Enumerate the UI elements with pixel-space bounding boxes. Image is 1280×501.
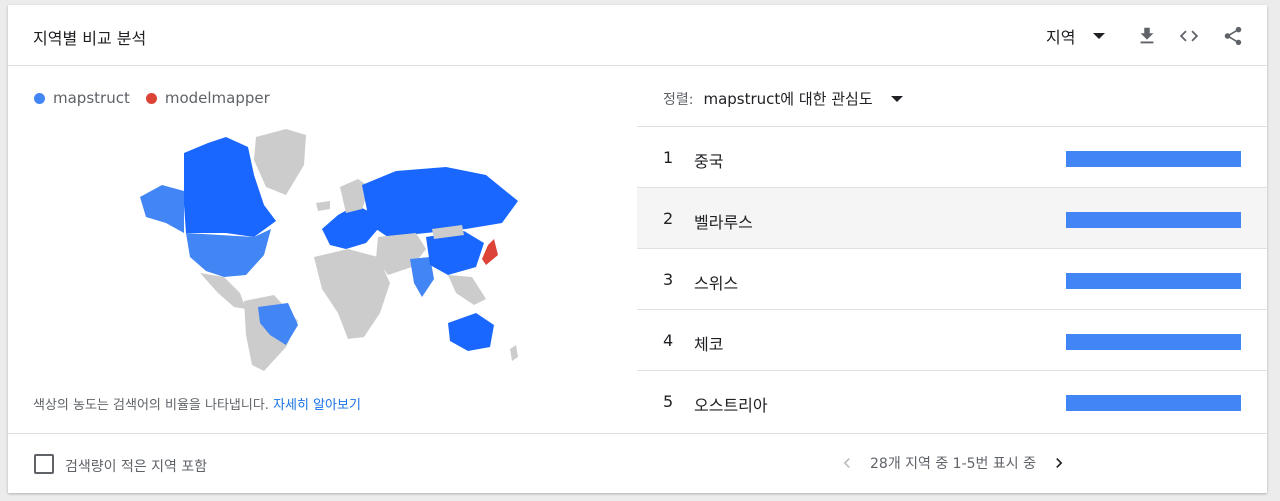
map-region-africa [314,249,390,339]
prev-page-icon[interactable] [836,452,858,474]
list-item-name: 스위스 [694,274,739,293]
map-region-new-zealand [510,345,518,361]
ranked-region-list: 1 중국 2 벨라루스 3 스위스 4 체코 5 오스트리아 [637,126,1267,431]
map-region-usa [186,229,271,277]
list-item[interactable]: 5 오스트리아 [637,370,1267,431]
card-header: 지역별 비교 분석 지역 [8,5,1267,66]
map-footnote: 색상의 농도는 검색어의 비율을 나타냅니다. 자세히 알아보기 [33,394,361,413]
interest-bar [1066,273,1241,289]
list-item-rank: 3 [663,270,674,289]
embed-code-icon[interactable] [1176,23,1202,49]
include-low-volume-label: 검색량이 적은 지역 포함 [65,459,208,475]
world-map[interactable] [126,125,526,375]
map-region-russia [362,167,518,237]
list-item-rank: 2 [663,209,674,228]
list-item[interactable]: 2 벨라루스 [637,187,1267,248]
legend-label: mapstruct [53,89,130,107]
share-icon[interactable] [1220,23,1246,49]
sort-label: 정렬: [663,91,694,108]
list-item[interactable]: 4 체코 [637,309,1267,370]
map-region-iceland [316,201,330,211]
map-footnote-text: 색상의 농도는 검색어의 비율을 나타냅니다. [33,398,274,413]
interest-bar [1066,212,1241,228]
legend-dot [145,92,157,104]
dropdown-caret-icon [1093,33,1106,39]
next-page-icon[interactable] [1048,452,1070,474]
list-item-rank: 1 [663,148,674,167]
interest-bar [1066,151,1241,167]
sort-dropdown[interactable]: mapstruct에 대한 관심도 [703,88,872,109]
map-region-mexico [200,273,246,309]
list-item[interactable]: 1 중국 [637,126,1267,187]
region-dropdown-label: 지역 [1046,28,1076,47]
card-title: 지역별 비교 분석 [33,29,147,48]
map-region-southeast-asia [448,275,486,305]
legend-label: modelmapper [164,89,270,107]
region-comparison-card: 지역별 비교 분석 지역 mapstruct modelmapper 색상의 농… [8,5,1267,493]
legend: mapstruct modelmapper [34,89,286,107]
sort-control: 정렬: mapstruct에 대한 관심도 [663,88,903,109]
legend-item-mapstruct: mapstruct [34,89,130,107]
interest-bar [1066,334,1241,350]
list-item-name: 체코 [694,335,724,354]
list-item-rank: 4 [663,331,674,350]
legend-dot [34,92,45,104]
include-low-volume-checkbox[interactable] [34,454,54,474]
region-dropdown[interactable]: 지역 [1046,24,1106,48]
learn-more-link[interactable]: 자세히 알아보기 [273,398,361,413]
pagination-text: 28개 지역 중 1-5번 표시 중 [870,456,1036,472]
dropdown-caret-icon[interactable] [890,95,903,102]
map-region-australia [448,313,494,351]
download-icon[interactable] [1134,23,1160,49]
pagination: 28개 지역 중 1-5번 표시 중 [836,452,1070,474]
list-item-name: 오스트리아 [694,396,768,415]
map-region-japan [482,239,498,265]
card-footer: 검색량이 적은 지역 포함 28개 지역 중 1-5번 표시 중 [8,433,1267,494]
list-item-name: 중국 [694,152,724,171]
map-region-greenland [254,129,306,195]
legend-item-modelmapper: modelmapper [145,89,270,107]
interest-bar [1066,395,1241,411]
list-item-name: 벨라루스 [694,213,753,232]
list-item-rank: 5 [663,392,674,411]
map-region-alaska [140,185,184,233]
list-item[interactable]: 3 스위스 [637,248,1267,309]
